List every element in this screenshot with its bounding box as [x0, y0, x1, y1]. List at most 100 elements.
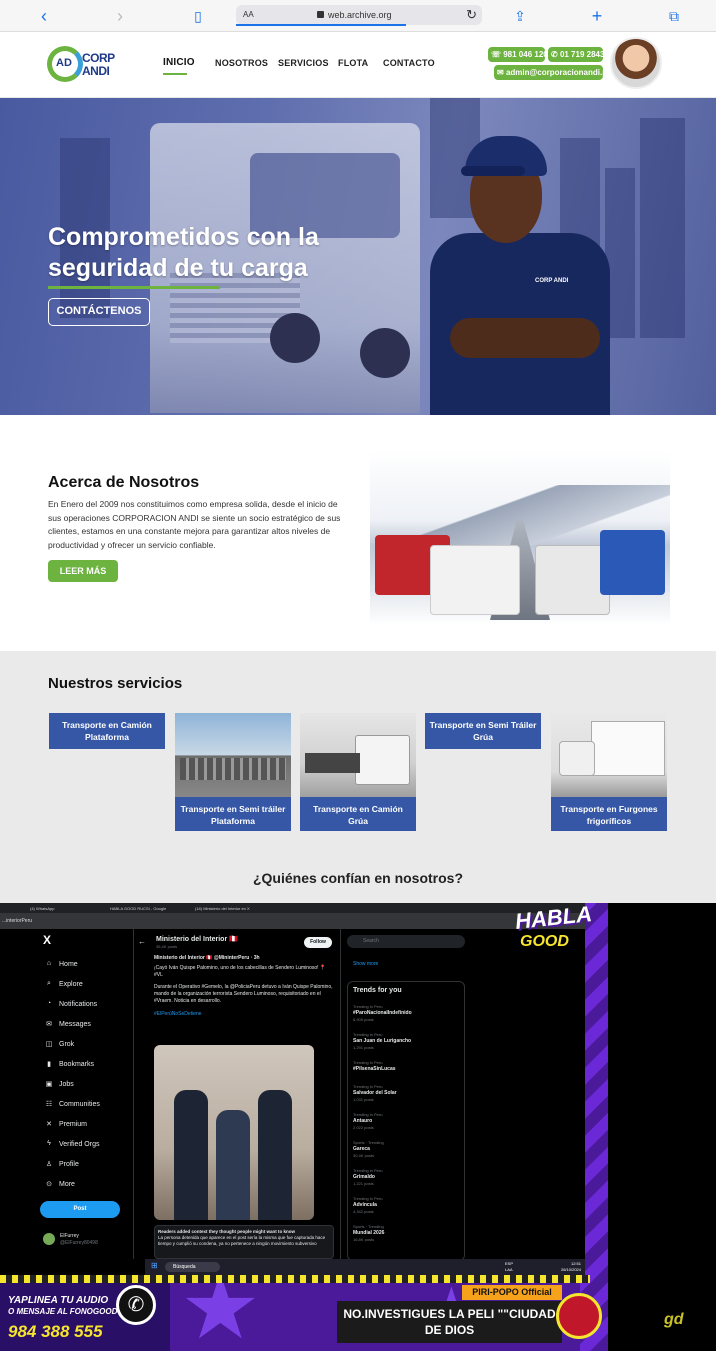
taskbar-language[interactable]: ESP LAA	[505, 1261, 513, 1273]
x-account-name: ElFurrey	[60, 1233, 79, 1239]
tweet-photo[interactable]	[154, 1045, 314, 1220]
whatsapp-icon: ✆	[116, 1285, 156, 1325]
contactenos-button[interactable]: CONTÁCTENOS	[48, 298, 150, 326]
hero-accent-line	[48, 286, 220, 289]
people-icon: ☷	[45, 1101, 53, 1108]
x-post-button[interactable]: Post	[40, 1201, 120, 1218]
community-note-text: La persona detenida que aparece en el po…	[158, 1235, 326, 1246]
address-bar[interactable]: AA web.archive.org ↻	[236, 5, 482, 26]
clients-title: ¿Quiénes confían en nosotros?	[252, 870, 464, 886]
tweet-author[interactable]: Ministerio del Interior 🇵🇪 @MininterPeru…	[154, 955, 260, 961]
logo-mark: AD	[56, 57, 72, 69]
taskbar-clock[interactable]: 12:51 26/10/2024	[561, 1261, 581, 1273]
service-label: Transporte en Semi tráiler Plataforma	[175, 797, 291, 831]
yape-banner: YAPLINEA TU AUDIO O MENSAJE AL FONOGOOD …	[0, 1283, 170, 1351]
whatsapp-icon: ☏	[491, 50, 504, 59]
email-pill[interactable]: ✉ admin@corporacionandi.pe	[494, 65, 612, 80]
about-title: Acerca de Nosotros	[48, 474, 200, 491]
x-profile-posts: 35,4K posts	[156, 944, 178, 949]
x-profile-name: Ministerio del Interior 🇵🇪	[156, 936, 238, 943]
x-trends-panel: Trends for you Trending in Peru #ParoNaci…	[347, 981, 465, 1261]
yape-line1: YAPLINEA TU AUDIO	[8, 1295, 109, 1306]
chrome-addressbar[interactable]: ...interiorPeru	[0, 913, 585, 929]
tweet-hashtag[interactable]: #ElPerúNoSeDetiene	[154, 1011, 334, 1018]
landline-phone-pill[interactable]: ✆ 01 719 2843	[548, 47, 605, 62]
yape-number: 984 388 555	[8, 1322, 103, 1341]
windows-start-icon[interactable]: ⊞	[151, 1261, 158, 1270]
service-label: Transporte en Camión Plataforma	[49, 713, 165, 749]
tab-mininter[interactable]: (18) Ministerio del Interior en X	[195, 906, 250, 911]
search-icon: ⌕	[47, 980, 51, 987]
mail-icon: ✉	[497, 68, 506, 77]
phone2-text: 01 719 2843	[559, 50, 605, 59]
service-card-furgones-frigorificos[interactable]: Transporte en Furgones frigoríficos	[551, 713, 667, 831]
site-header: AD CORP ANDI INICIO NOSOTROS SERVICIOS F…	[0, 32, 716, 98]
stream-marquee: NO.INVESTIGUES LA PELI ""CIUDAD DE DIOS	[337, 1301, 562, 1343]
nav-contacto[interactable]: CONTACTO	[383, 58, 435, 68]
service-label: Transporte en Semi Tráiler Grúa	[425, 713, 541, 749]
mail-icon: ✉	[46, 1021, 52, 1028]
lightning-icon: ϟ	[47, 1140, 51, 1147]
crest-badge-icon	[556, 1293, 602, 1339]
trends-title: Trends for you	[353, 987, 402, 994]
yape-line2: O MENSAJE AL FONOGOOD	[8, 1307, 118, 1316]
corner-watermark: gd	[664, 1311, 684, 1328]
x-show-more-link[interactable]: Show more	[353, 961, 378, 967]
leer-mas-button[interactable]: LEER MÁS	[48, 560, 118, 582]
email-text: admin@corporacionandi.pe	[505, 68, 612, 77]
windows-taskbar: ⊞ Búsqueda ESP LAA 12:51 26/10/2024	[145, 1259, 585, 1275]
service-card-semi-trailer-plataforma[interactable]: Transporte en Semi tráiler Plataforma	[175, 713, 291, 831]
screenshot: ‹ › ▯ AA web.archive.org ↻ ⇪ + ⧉ AD CORP…	[0, 0, 716, 1351]
driver-image: CORP ANDI	[425, 128, 615, 415]
phone1-text: 981 046 120	[503, 50, 548, 59]
tab-habla-good[interactable]: HABLA GOOD RUCSI - Google	[110, 906, 166, 911]
more-icon: ⊙	[46, 1181, 52, 1188]
back-arrow-icon[interactable]: ←	[138, 937, 146, 946]
load-progress	[236, 24, 406, 26]
lock-icon	[317, 11, 324, 18]
x-sidebar: X ⌂ Home ⌕ Explore ◔ Notifications ✉ Message…	[35, 933, 135, 1263]
logo-line1: CORP	[82, 51, 115, 65]
nav-inicio[interactable]: INICIO	[163, 57, 195, 68]
chrome-url: ...interiorPeru	[2, 918, 33, 924]
chrome-tabbar: (4) WhatsApp HABLA GOOD RUCSI - Google (…	[0, 903, 585, 913]
whatsapp-phone-pill[interactable]: ☏ 981 046 120	[488, 47, 548, 62]
service-photo	[551, 713, 667, 797]
tweet-text-1: ¡Cayó Iván Quispe Palomino, uno de los c…	[154, 965, 327, 978]
x-account-avatar	[43, 1233, 55, 1245]
tabs-icon[interactable]: ⧉	[662, 6, 686, 26]
service-photo	[175, 713, 291, 797]
reload-icon[interactable]: ↻	[466, 7, 477, 23]
x-search-input[interactable]: Search	[347, 935, 465, 948]
back-icon[interactable]: ‹	[32, 6, 56, 26]
hazard-stripe	[0, 1275, 590, 1283]
about-text: En Enero del 2009 nos constituimos como …	[48, 499, 341, 550]
services-title: Nuestros servicios	[48, 675, 183, 692]
service-card-camion-plataforma[interactable]: Transporte en Camión Plataforma	[49, 713, 165, 749]
briefcase-icon: ▣	[45, 1081, 53, 1088]
x-account-handle: @ElFurrey80498	[60, 1240, 98, 1246]
hero-title: Comprometidos con la seguridad de tu car…	[48, 223, 319, 282]
bell-icon: ◔	[46, 1000, 52, 1007]
new-tab-icon[interactable]: +	[585, 6, 609, 26]
nav-nosotros[interactable]: NOSOTROS	[215, 58, 268, 68]
service-card-camion-grua[interactable]: Transporte en Camión Grúa	[300, 713, 416, 831]
hero-banner: CORP ANDI Comprometidos con la seguridad…	[0, 98, 716, 415]
x-follow-button[interactable]: Follow	[304, 937, 332, 948]
tweet-text-2: Durante el Operativo #Gemelo, la @Polici…	[154, 984, 333, 1004]
x-logo-icon[interactable]: X	[43, 933, 51, 947]
reader-aa[interactable]: AA	[243, 10, 254, 19]
service-card-semi-trailer-grua[interactable]: Transporte en Semi Tráiler Grúa	[425, 713, 541, 749]
forward-icon[interactable]: ›	[108, 6, 132, 26]
taskbar-search[interactable]: Búsqueda	[165, 1262, 220, 1272]
nav-flota[interactable]: FLOTA	[338, 58, 368, 68]
x-right-column: Search Show more Trends for you Trending…	[347, 933, 467, 1263]
service-label: Transporte en Furgones frigoríficos	[551, 797, 667, 831]
tab-whatsapp[interactable]: (4) WhatsApp	[30, 906, 54, 911]
nav-active-underline	[163, 73, 187, 75]
x-timeline: ← Ministerio del Interior 🇵🇪 35,4K posts…	[133, 929, 341, 1259]
bookmarks-icon[interactable]: ▯	[186, 6, 210, 26]
nav-servicios[interactable]: SERVICIOS	[278, 58, 329, 68]
corp-andi-logo[interactable]: AD CORP ANDI	[47, 44, 123, 84]
share-icon[interactable]: ⇪	[508, 6, 532, 26]
